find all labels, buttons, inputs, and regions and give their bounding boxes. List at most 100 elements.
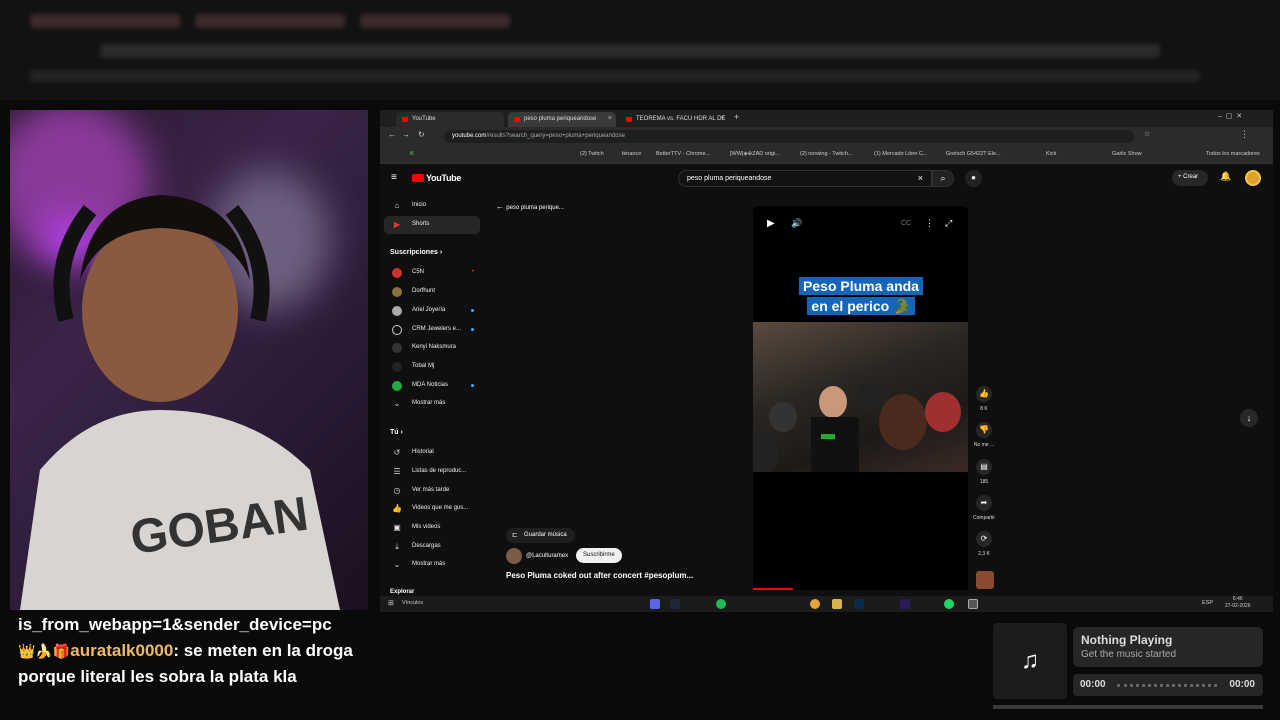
language-indicator[interactable]: ESP bbox=[1202, 600, 1213, 606]
sidebar-item-sub[interactable]: Tobal Mj bbox=[384, 358, 480, 376]
mic-button[interactable]: ● bbox=[965, 170, 982, 187]
bookmark[interactable]: (2) norwing - Twitch... bbox=[800, 151, 852, 157]
spotify-icon[interactable] bbox=[716, 599, 726, 609]
sound-thumbnail[interactable] bbox=[976, 571, 994, 589]
blurred-bookmarks bbox=[30, 70, 1200, 82]
channel-name[interactable]: @Laculturamex bbox=[526, 553, 568, 559]
windows-icon[interactable]: ⊞ bbox=[388, 599, 394, 607]
thumbs-down-icon: 👎 bbox=[979, 425, 989, 434]
sidebar-item-my-videos[interactable]: ▣ Mis videos bbox=[384, 519, 480, 537]
menu-icon[interactable]: ⋮ bbox=[1240, 129, 1249, 140]
bookmark[interactable]: Todos los marcadores bbox=[1206, 151, 1260, 157]
bookmark[interactable]: binance bbox=[622, 151, 641, 157]
bookmark[interactable]: [WW]◈⊕ZAD origi... bbox=[730, 151, 780, 157]
sidebar-item-sub[interactable]: Kenyi Naksmura bbox=[384, 339, 480, 357]
shorts-back-title[interactable]: ← peso pluma perique... bbox=[496, 202, 564, 211]
kick-icon[interactable]: K bbox=[410, 151, 414, 157]
remix-button[interactable]: ⟳ bbox=[976, 531, 992, 547]
short-caption: Peso Pluma anda en el perico 🐊 bbox=[789, 276, 933, 316]
chrome-active-icon[interactable] bbox=[968, 599, 978, 609]
sidebar-item-playlists[interactable]: ☰ Listas de reproduc... bbox=[384, 463, 480, 481]
bell-icon[interactable]: 🔔 bbox=[1220, 171, 1231, 182]
youtube-logo[interactable]: YouTube bbox=[412, 173, 461, 183]
short-player[interactable]: ▶ 🔊 CC ⋮ ⤢ Peso Pluma anda en el perico … bbox=[753, 206, 968, 590]
channel-avatar[interactable] bbox=[506, 548, 522, 564]
sidebar-item-liked[interactable]: 👍 Videos que me gus... bbox=[384, 500, 480, 518]
sidebar-item-sub[interactable]: CRM Jewelers e... bbox=[384, 321, 480, 339]
bookmark[interactable]: Garlic Show bbox=[1112, 151, 1142, 157]
streamer-silhouette: GOBAN bbox=[20, 195, 340, 610]
star-icon[interactable]: ☆ bbox=[1144, 130, 1150, 138]
premiere-icon[interactable] bbox=[900, 599, 910, 609]
show-more-subs[interactable]: ⌄ Mostrar más bbox=[384, 395, 480, 413]
progress-bar[interactable] bbox=[753, 588, 793, 590]
hamburger-menu-icon[interactable]: ≡ bbox=[391, 172, 397, 183]
sidebar-item-watch-later[interactable]: ◷ Ver más tarde bbox=[384, 482, 480, 500]
photoshop-icon[interactable] bbox=[854, 599, 864, 609]
clear-search-icon[interactable]: × bbox=[918, 173, 923, 183]
close-icon[interactable]: × bbox=[720, 115, 724, 122]
sidebar-item-downloads[interactable]: ⤓ Descargas bbox=[384, 538, 480, 556]
search-input[interactable]: peso pluma periqueandose × bbox=[678, 170, 932, 187]
tab-label: peso pluma periqueandose bbox=[524, 116, 597, 122]
sidebar-label: Inicio bbox=[412, 202, 427, 208]
whatsapp-icon[interactable] bbox=[944, 599, 954, 609]
more-icon[interactable]: ⋮ bbox=[925, 218, 934, 229]
new-tab-icon[interactable]: + bbox=[734, 112, 739, 122]
bookmark[interactable]: BetterTTV - Chrome... bbox=[656, 151, 710, 157]
subscriptions-heading[interactable]: Suscripciones › bbox=[390, 249, 442, 256]
bookmark[interactable]: (2) Twitch bbox=[580, 151, 604, 157]
back-icon[interactable]: ← bbox=[388, 130, 396, 139]
sidebar-item-shorts[interactable]: ▶ Shorts bbox=[384, 216, 480, 234]
new-content-dot bbox=[471, 309, 474, 312]
dislike-button[interactable]: 👎 bbox=[976, 422, 992, 438]
subscribe-button[interactable]: Suscribirme bbox=[576, 548, 622, 563]
play-icon[interactable]: ▶ bbox=[767, 218, 775, 229]
taskbar-links[interactable]: Vínculos bbox=[402, 600, 423, 606]
sidebar-item-inicio[interactable]: ⌂ Inicio bbox=[384, 197, 480, 215]
forward-icon[interactable]: → bbox=[402, 130, 410, 139]
fullscreen-icon[interactable]: ⤢ bbox=[945, 218, 952, 229]
show-more-you[interactable]: ⌄ Mostrar más bbox=[384, 556, 480, 574]
sidebar-label: Listas de reproduc... bbox=[412, 468, 467, 474]
sidebar-item-history[interactable]: ↺ Historial bbox=[384, 444, 480, 462]
search-button[interactable]: ⌕ bbox=[932, 170, 954, 187]
url-bar[interactable]: youtube.com/results?search_query=peso+pl… bbox=[444, 130, 1134, 143]
sidebar-item-sub[interactable]: Dorfhunt bbox=[384, 283, 480, 301]
window-controls[interactable]: – ▢ ✕ bbox=[1218, 112, 1242, 120]
create-button[interactable]: + Crear bbox=[1172, 170, 1208, 186]
short-title[interactable]: Peso Pluma coked out after concert #peso… bbox=[506, 571, 693, 580]
reload-icon[interactable]: ↻ bbox=[418, 130, 425, 139]
sidebar-item-sub[interactable]: Ariel Joyería bbox=[384, 302, 480, 320]
captions-icon[interactable]: CC bbox=[901, 220, 911, 227]
comments-button[interactable]: ▤ bbox=[976, 459, 992, 475]
volume-icon[interactable]: 🔊 bbox=[791, 218, 802, 229]
close-icon[interactable]: × bbox=[608, 115, 612, 122]
chrome-icon[interactable] bbox=[810, 599, 820, 609]
sidebar-item-sub[interactable]: C5N • bbox=[384, 264, 480, 282]
now-playing-card: Nothing Playing Get the music started bbox=[1073, 627, 1263, 667]
discord-icon[interactable] bbox=[650, 599, 660, 609]
shorts-icon: ▶ bbox=[393, 220, 401, 229]
folder-icon[interactable] bbox=[832, 599, 842, 609]
tab-teorema[interactable]: TEOREMA vs. FACU HDR AL DE × bbox=[620, 112, 728, 127]
clock[interactable]: 6:46 27-02-2026 bbox=[1225, 596, 1251, 610]
steam-icon[interactable] bbox=[670, 599, 680, 609]
next-short-button[interactable]: ↓ bbox=[1240, 409, 1258, 427]
arrow-down-icon: ↓ bbox=[1246, 413, 1252, 423]
sidebar-item-sub[interactable]: MDA Noticias bbox=[384, 377, 480, 395]
like-button[interactable]: 👍 bbox=[976, 386, 992, 402]
tab-youtube[interactable]: YouTube bbox=[396, 112, 504, 127]
save-music-button[interactable]: ⊏ Guardar música bbox=[506, 528, 575, 543]
bookmark[interactable]: Gretsch G5422T Ele... bbox=[946, 151, 1001, 157]
share-button[interactable]: ➦ bbox=[976, 495, 992, 511]
like-icon: 👍 bbox=[392, 504, 402, 513]
chevron-down-icon: ⌄ bbox=[393, 560, 401, 569]
bookmark[interactable]: (1) Mercado Libre C... bbox=[874, 151, 928, 157]
tab-search[interactable]: peso pluma periqueandose × bbox=[508, 112, 616, 127]
bookmark[interactable]: Kick bbox=[1046, 151, 1056, 157]
youtube-favicon-icon bbox=[402, 117, 408, 122]
you-heading[interactable]: Tú › bbox=[390, 429, 403, 436]
dislike-label: No me ... bbox=[973, 442, 995, 448]
avatar[interactable] bbox=[1245, 170, 1261, 186]
